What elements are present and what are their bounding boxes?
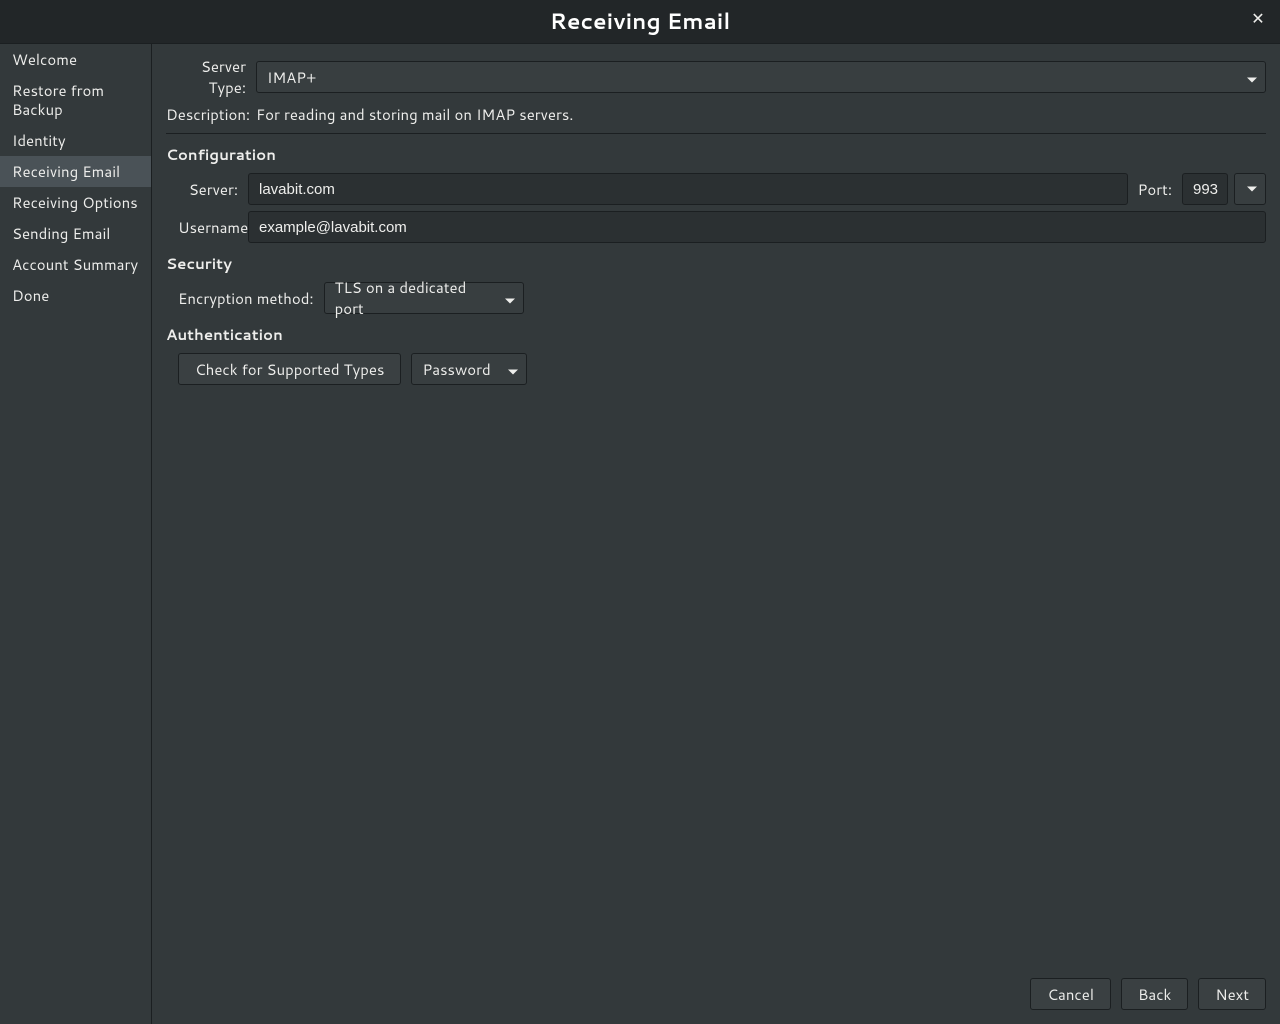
- back-button-label: Back: [1138, 984, 1171, 1005]
- cancel-button-label: Cancel: [1047, 984, 1094, 1005]
- username-input[interactable]: [259, 219, 1255, 236]
- sidebar-item-label: Receiving Options: [12, 192, 138, 213]
- content-pane: Server Type: IMAP+ Description: For read…: [152, 44, 1280, 1024]
- server-type-select[interactable]: IMAP+: [256, 61, 1266, 93]
- username-field-wrapper[interactable]: [248, 211, 1266, 243]
- window-title: Receiving Email: [550, 6, 731, 37]
- close-icon: ✕: [1251, 7, 1264, 30]
- encryption-method-select[interactable]: TLS on a dedicated port: [324, 282, 524, 314]
- sidebar-item-receiving-email[interactable]: Receiving Email: [0, 156, 151, 187]
- security-header: Security: [166, 253, 1266, 274]
- auth-method-value: Password: [422, 359, 490, 380]
- server-type-label: Server Type:: [166, 56, 246, 98]
- titlebar: Receiving Email ✕: [0, 0, 1280, 44]
- check-supported-types-button[interactable]: Check for Supported Types: [178, 353, 401, 385]
- chevron-down-icon: [505, 288, 515, 309]
- sidebar-item-label: Account Summary: [12, 254, 138, 275]
- sidebar-item-identity[interactable]: Identity: [0, 125, 151, 156]
- port-label: Port:: [1138, 179, 1172, 200]
- sidebar-item-label: Sending Email: [12, 223, 110, 244]
- server-input[interactable]: [259, 181, 1117, 198]
- server-label: Server:: [178, 179, 238, 200]
- chevron-down-icon: [1247, 187, 1257, 192]
- sidebar-item-done[interactable]: Done: [0, 280, 151, 311]
- auth-method-select[interactable]: Password: [411, 353, 527, 385]
- sidebar-item-welcome[interactable]: Welcome: [0, 44, 151, 75]
- next-button-label: Next: [1215, 984, 1249, 1005]
- port-input[interactable]: [1193, 181, 1231, 198]
- chevron-down-icon: [1247, 67, 1257, 88]
- description-text: For reading and storing mail on IMAP ser…: [256, 104, 573, 125]
- sidebar-item-label: Receiving Email: [12, 161, 120, 182]
- cancel-button[interactable]: Cancel: [1030, 978, 1111, 1010]
- username-label: Username:: [178, 217, 238, 238]
- port-dropdown-button[interactable]: [1234, 173, 1266, 205]
- description-label: Description:: [166, 104, 246, 125]
- sidebar-item-label: Done: [12, 285, 49, 306]
- server-field-wrapper[interactable]: [248, 173, 1128, 205]
- encryption-method-value: TLS on a dedicated port: [335, 277, 495, 319]
- check-supported-types-label: Check for Supported Types: [195, 359, 384, 380]
- close-button[interactable]: ✕: [1246, 6, 1270, 30]
- chevron-down-icon: [508, 359, 518, 380]
- back-button[interactable]: Back: [1121, 978, 1188, 1010]
- wizard-footer: Cancel Back Next: [152, 972, 1280, 1024]
- sidebar-item-receiving-options[interactable]: Receiving Options: [0, 187, 151, 218]
- sidebar-item-restore-from-backup[interactable]: Restore from Backup: [0, 75, 151, 125]
- server-type-value: IMAP+: [267, 67, 316, 88]
- sidebar-item-label: Identity: [12, 130, 66, 151]
- sidebar-item-sending-email[interactable]: Sending Email: [0, 218, 151, 249]
- configuration-header: Configuration: [166, 144, 1266, 165]
- port-field-wrapper[interactable]: [1182, 173, 1228, 205]
- sidebar-item-label: Welcome: [12, 49, 77, 70]
- separator: [166, 133, 1266, 134]
- next-button[interactable]: Next: [1198, 978, 1266, 1010]
- sidebar-item-account-summary[interactable]: Account Summary: [0, 249, 151, 280]
- wizard-sidebar: Welcome Restore from Backup Identity Rec…: [0, 44, 152, 1024]
- sidebar-item-label: Restore from Backup: [12, 80, 104, 120]
- encryption-method-label: Encryption method:: [178, 288, 314, 309]
- authentication-header: Authentication: [166, 324, 1266, 345]
